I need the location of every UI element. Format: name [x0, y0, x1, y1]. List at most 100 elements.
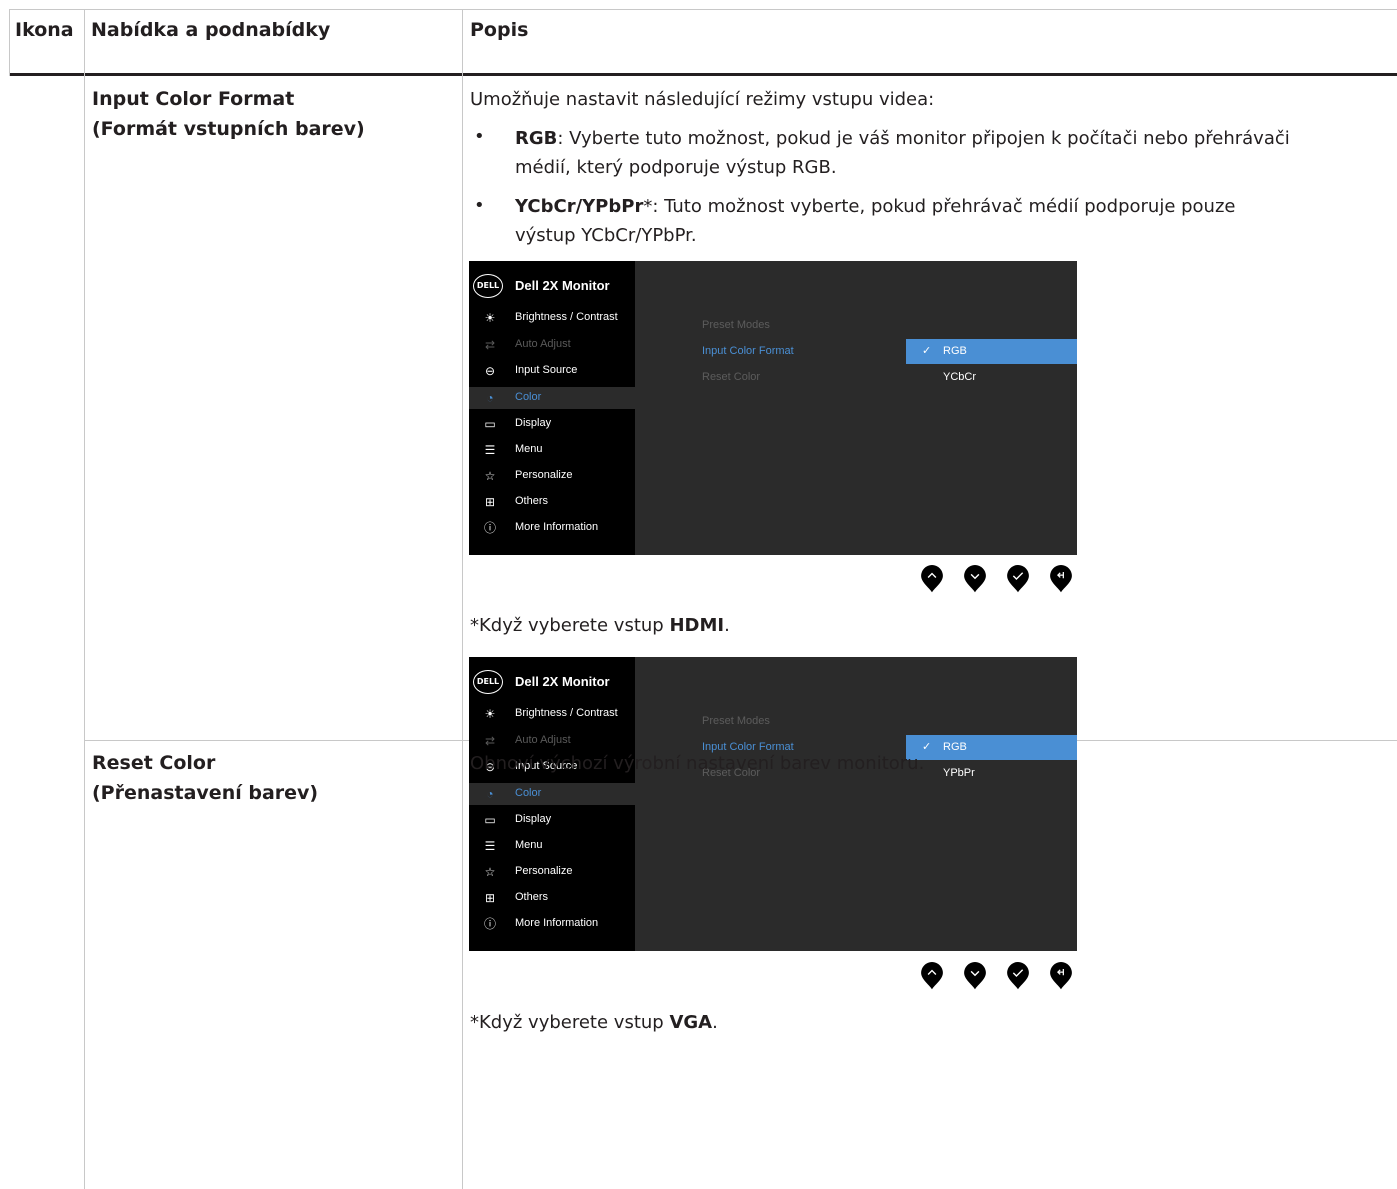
osd-submenu-item[interactable]: Preset Modes — [702, 319, 770, 331]
input-source-icon: ⊖ — [484, 364, 496, 378]
note-vga: *Když vyberete vstup VGA. — [470, 1012, 718, 1033]
osd-menu-item[interactable]: ☀ Brightness / Contrast — [469, 703, 635, 725]
osd-menu-item[interactable]: ☀ Brightness / Contrast — [469, 307, 635, 329]
up-icon[interactable] — [918, 962, 946, 990]
osd-option-label: RGB — [943, 345, 967, 357]
osd-menu-item[interactable]: ⊖ Input Source — [469, 360, 635, 382]
col-border — [84, 9, 85, 1189]
menu-name-en: Reset Color — [92, 752, 216, 774]
header-icon: Ikona — [15, 19, 74, 41]
osd-menu-label: Others — [515, 495, 549, 507]
others-icon: ⊞ — [484, 891, 496, 905]
osd-menu-item[interactable]: ☰ Menu — [469, 439, 635, 461]
info-icon: ⓘ — [483, 521, 496, 535]
osd-submenu-item[interactable]: Input Color Format — [702, 345, 794, 357]
auto-adjust-icon: ⇄ — [484, 734, 496, 748]
osd-screenshot: DELL Dell 2X Monitor ☀ Brightness / Contras… — [469, 657, 1077, 951]
osd-menu-label: Auto Adjust — [515, 338, 571, 350]
info-icon: ⓘ — [483, 917, 496, 931]
description-reset: Obnoví výchozí výrobní nastavení barev m… — [470, 753, 925, 774]
display-icon: ▭ — [484, 417, 496, 431]
bullet-ycbcr: YCbCr/YPbPr*: Tuto možnost vyberte, poku… — [515, 196, 1236, 217]
osd-option[interactable]: YPbPr — [906, 761, 1077, 786]
osd-menu-label: Color — [515, 787, 542, 799]
auto-adjust-icon: ⇄ — [484, 338, 496, 352]
osd-menu-item[interactable]: ⓘ More Information — [469, 517, 635, 539]
osd-buttons — [918, 565, 1078, 605]
col-border — [9, 9, 10, 76]
osd-menu-label: Personalize — [515, 469, 573, 481]
menu-name-cs: (Formát vstupních barev) — [92, 118, 365, 140]
osd-screenshot: DELL Dell 2X Monitor ☀ Brightness / Contras… — [469, 261, 1077, 555]
osd-menu-item[interactable]: ▭ Display — [469, 413, 635, 435]
osd-submenu-item[interactable]: Preset Modes — [702, 715, 770, 727]
bullet-ycbcr-cont: výstup YCbCr/YPbPr. — [515, 225, 697, 246]
check-icon[interactable] — [1004, 962, 1032, 990]
bullet-rgb: RGB: Vyberte tuto možnost, pokud je váš … — [515, 128, 1290, 149]
star-icon: ☆ — [484, 469, 496, 483]
osd-menu-label: Input Source — [515, 364, 578, 376]
osd-menu-item[interactable]: ☆ Personalize — [469, 861, 635, 883]
bullet-dot: • — [474, 126, 485, 147]
check-icon: ✓ — [922, 345, 932, 357]
osd-option-label: YCbCr — [943, 371, 977, 383]
osd-menu-label: Auto Adjust — [515, 734, 571, 746]
osd-option-label: RGB — [943, 741, 967, 753]
osd-option[interactable]: ✓ RGB — [906, 339, 1077, 364]
osd-submenu-item[interactable]: Reset Color — [702, 371, 760, 383]
osd-title: Dell 2X Monitor — [515, 278, 610, 293]
description-intro: Umožňuje nastavit následující režimy vst… — [470, 89, 935, 110]
osd-title: Dell 2X Monitor — [515, 674, 610, 689]
star-icon: ☆ — [484, 865, 496, 879]
dell-logo: DELL — [473, 670, 503, 694]
osd-menu-item[interactable]: ⊞ Others — [469, 491, 635, 513]
osd-menu-label: Menu — [515, 839, 543, 851]
menu-icon: ☰ — [484, 839, 496, 853]
osd-menu-item[interactable]: ◔ Color — [469, 783, 635, 805]
header-description: Popis — [470, 19, 529, 41]
osd-menu-label: More Information — [515, 917, 599, 929]
osd-menu-label: Personalize — [515, 865, 573, 877]
osd-option[interactable]: YCbCr — [906, 365, 1077, 390]
brightness-icon: ☀ — [484, 311, 496, 325]
others-icon: ⊞ — [484, 495, 496, 509]
osd-menu-item[interactable]: ⓘ More Information — [469, 913, 635, 935]
check-icon[interactable] — [1004, 565, 1032, 593]
bullet-rgb-cont: médií, který podporuje výstup RGB. — [515, 157, 837, 178]
osd-menu-label: Brightness / Contrast — [515, 707, 618, 719]
osd-menu-item[interactable]: ☰ Menu — [469, 835, 635, 857]
header-rule — [9, 73, 1397, 76]
color-icon: ◔ — [486, 391, 494, 405]
osd-menu-item[interactable]: ☆ Personalize — [469, 465, 635, 487]
down-icon[interactable] — [961, 565, 989, 593]
up-icon[interactable] — [918, 565, 946, 593]
bullet-dot: • — [474, 195, 485, 216]
display-icon: ▭ — [484, 813, 496, 827]
menu-icon: ☰ — [484, 443, 496, 457]
osd-menu-label: Display — [515, 813, 552, 825]
osd-option-label: YPbPr — [943, 767, 975, 779]
col-border — [462, 9, 463, 1189]
osd-menu-item[interactable]: ▭ Display — [469, 809, 635, 831]
osd-menu-label: Color — [515, 391, 542, 403]
brightness-icon: ☀ — [484, 707, 496, 721]
color-icon: ◔ — [486, 787, 494, 801]
osd-option[interactable]: ✓ RGB — [906, 735, 1077, 760]
menu-name-en: Input Color Format — [92, 88, 295, 110]
osd-menu-label: Others — [515, 891, 549, 903]
note-hdmi: *Když vyberete vstup HDMI. — [470, 615, 730, 636]
osd-menu-label: More Information — [515, 521, 599, 533]
osd-buttons — [918, 962, 1078, 1002]
table-top-border — [9, 9, 1397, 10]
osd-menu-item[interactable]: ⊞ Others — [469, 887, 635, 909]
osd-menu-label: Display — [515, 417, 552, 429]
down-icon[interactable] — [961, 962, 989, 990]
osd-menu-label: Brightness / Contrast — [515, 311, 618, 323]
dell-logo: DELL — [473, 274, 503, 298]
back-icon[interactable] — [1047, 962, 1075, 990]
osd-menu-item[interactable]: ⇄ Auto Adjust — [469, 334, 635, 356]
back-icon[interactable] — [1047, 565, 1075, 593]
osd-menu-item[interactable]: ◔ Color — [469, 387, 635, 409]
osd-menu-label: Menu — [515, 443, 543, 455]
menu-name-cs: (Přenastavení barev) — [92, 782, 319, 804]
